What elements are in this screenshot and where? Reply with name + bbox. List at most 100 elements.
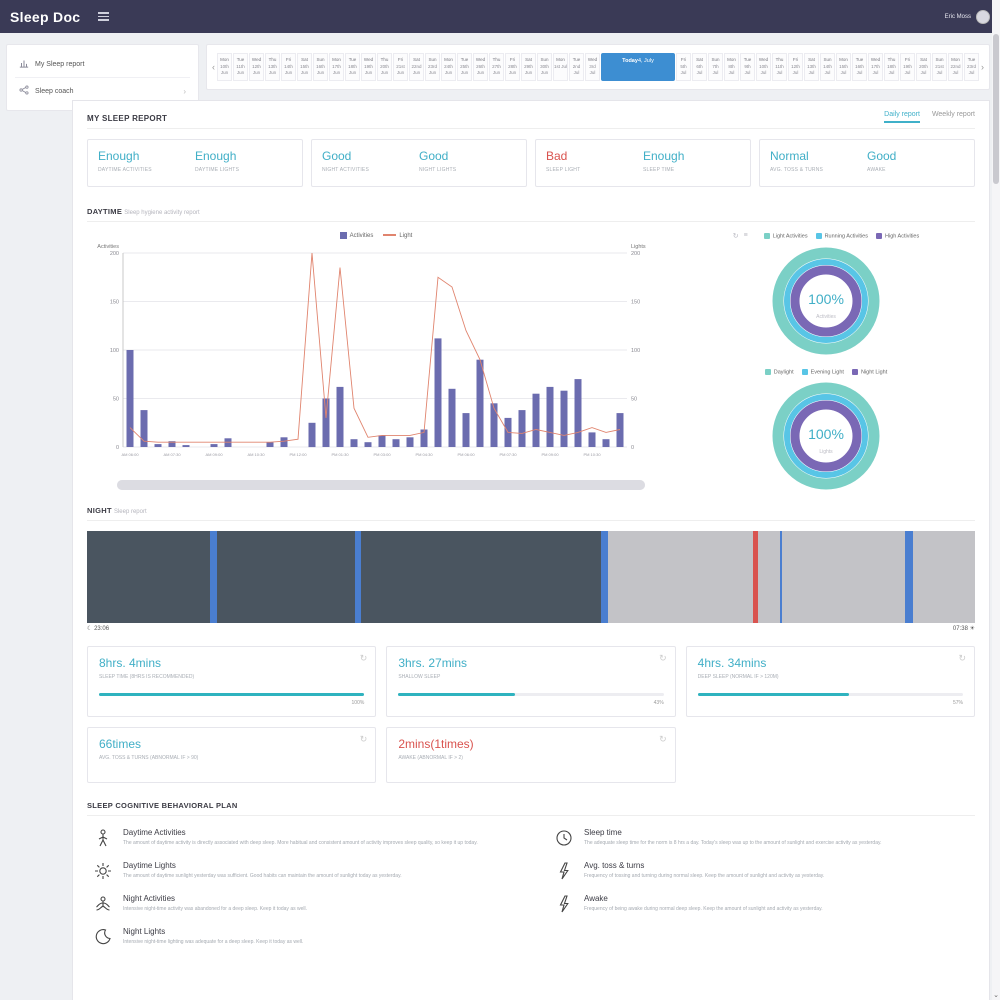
date-cell[interactable]: Fri21st Jun xyxy=(393,53,408,81)
progress-percent: 100% xyxy=(99,700,364,706)
sun-icon: ☀ xyxy=(970,626,975,632)
page-scrollbar[interactable]: ⌄ xyxy=(992,0,1000,1000)
legend-light[interactable]: Light xyxy=(383,233,412,239)
date-cell[interactable]: Tue16th Jul xyxy=(852,53,867,81)
svg-text:PM 12:00: PM 12:00 xyxy=(289,452,307,457)
date-cell[interactable]: Fri14th Jun xyxy=(281,53,296,81)
date-prev-icon[interactable]: ‹ xyxy=(210,62,217,72)
chart-menu-icon[interactable]: ≡ xyxy=(744,232,748,240)
date-cell[interactable]: Wed17th Jul xyxy=(868,53,883,81)
refresh-icon[interactable]: ↻ xyxy=(733,232,739,240)
svg-text:50: 50 xyxy=(113,397,119,403)
date-cell[interactable]: Mon15th Jul xyxy=(836,53,851,81)
sleep-timeline[interactable] xyxy=(87,531,975,623)
sleep-segment-sleep xyxy=(361,531,601,623)
refresh-icon[interactable]: ↻ xyxy=(360,653,368,664)
svg-text:PM 09:00: PM 09:00 xyxy=(541,452,559,457)
tab-daily-report[interactable]: Daily report xyxy=(884,111,920,123)
date-cell[interactable]: Sat13th Jul xyxy=(804,53,819,81)
donut-legend-item[interactable]: Running Activities xyxy=(816,233,868,239)
donut-legend-item[interactable]: Daylight xyxy=(765,369,794,375)
date-cell[interactable]: Wed26th Jun xyxy=(473,53,488,81)
donut-center-sub: Lights xyxy=(819,449,833,455)
tab-weekly-report[interactable]: Weekly report xyxy=(932,111,975,123)
date-cell[interactable]: Mon10th Jun xyxy=(217,53,232,81)
plan-title: Awake xyxy=(584,894,823,903)
date-cell[interactable]: Sun16th Jun xyxy=(313,53,328,81)
date-cell[interactable]: Sat6th Jul xyxy=(692,53,707,81)
date-cell[interactable]: Mon8th Jul xyxy=(724,53,739,81)
date-cell[interactable]: Mon17th Jun xyxy=(329,53,344,81)
date-cell[interactable]: Thu18th Jul xyxy=(884,53,899,81)
date-cell[interactable]: Sun30th Jun xyxy=(537,53,552,81)
date-cell-today[interactable]: Today4, July xyxy=(601,53,675,81)
date-cell[interactable]: Tue9th Jul xyxy=(740,53,755,81)
date-cell[interactable]: Wed19th Jun xyxy=(361,53,376,81)
date-cell[interactable]: Sun21st Jul xyxy=(932,53,947,81)
summary-pair: Enough DAYTIME ACTIVITIES xyxy=(98,149,195,173)
date-cell[interactable]: Fri28th Jun xyxy=(505,53,520,81)
scroll-down-icon[interactable]: ⌄ xyxy=(992,991,1000,999)
plan-description: Frequency of being awake during normal d… xyxy=(584,906,823,914)
donut-legend-item[interactable]: Light Activities xyxy=(764,233,808,239)
scrollbar-thumb[interactable] xyxy=(993,34,999,184)
activity-light-chart[interactable]: 005050100100150150200200ActivitiesLights… xyxy=(87,239,665,473)
stat-label: SHALLOW SLEEP xyxy=(398,674,663,680)
plan-title: Daytime Activities xyxy=(123,828,478,837)
donut-legend-item[interactable]: High Activities xyxy=(876,233,919,239)
refresh-icon[interactable]: ↻ xyxy=(360,734,368,745)
date-cell[interactable]: Tue23rd Jul xyxy=(964,53,979,81)
date-cell[interactable]: Sun23rd Jun xyxy=(425,53,440,81)
summary-pair: Enough DAYTIME LIGHTS xyxy=(195,149,292,173)
chart-scrollbar[interactable] xyxy=(117,480,645,490)
plan-title: Daytime Lights xyxy=(123,861,402,870)
date-cell[interactable]: Mon22nd Jul xyxy=(948,53,963,81)
date-cell[interactable]: Sun14th Jul xyxy=(820,53,835,81)
date-cell[interactable]: Sun7th Jul xyxy=(708,53,723,81)
app-logo[interactable]: Sleep Doc xyxy=(10,9,80,25)
donut-legend-item[interactable]: Night Light xyxy=(852,369,887,375)
date-cell[interactable]: Fri5th Jul xyxy=(676,53,691,81)
date-cell[interactable]: Fri12th Jul xyxy=(788,53,803,81)
date-cell[interactable]: Tue25th Jun xyxy=(457,53,472,81)
date-cell[interactable]: Tue11th Jun xyxy=(233,53,248,81)
date-next-icon[interactable]: › xyxy=(979,62,986,72)
summary-label: SLEEP LIGHT xyxy=(546,167,643,173)
refresh-icon[interactable]: ↻ xyxy=(659,734,667,745)
sidebar-item-my-sleep-report[interactable]: My Sleep report xyxy=(7,51,198,77)
progress-percent: 57% xyxy=(698,700,963,706)
date-cell[interactable]: Thu27th Jun xyxy=(489,53,504,81)
avatar[interactable] xyxy=(976,10,990,24)
stat-card: ↻ 66times AVG. TOSS & TURNS (ABNORMAL IF… xyxy=(87,727,376,783)
waketime-label: 07:38 ☀ xyxy=(953,625,975,632)
donut-rings[interactable]: 100% Lights xyxy=(767,377,885,495)
date-cell[interactable]: Thu20th Jun xyxy=(377,53,392,81)
sidebar-item-label: My Sleep report xyxy=(35,61,84,68)
legend-activities[interactable]: Activities xyxy=(340,232,374,239)
user-name[interactable]: Eric Moss xyxy=(945,14,971,20)
menu-icon[interactable] xyxy=(98,12,109,21)
plan-section: SLEEP COGNITIVE BEHAVIORAL PLAN Daytime … xyxy=(87,795,975,947)
date-cell[interactable]: Thu11th Jul xyxy=(772,53,787,81)
date-cell[interactable]: Wed3rd Jul xyxy=(585,53,600,81)
donut-rings[interactable]: 100% Activities xyxy=(767,242,885,360)
refresh-icon[interactable]: ↻ xyxy=(958,653,966,664)
donut-legend-item[interactable]: Evening Light xyxy=(802,369,844,375)
date-cell[interactable]: Sat29th Jun xyxy=(521,53,536,81)
date-cell[interactable]: Tue2nd Jul xyxy=(569,53,584,81)
date-cell[interactable]: Wed12th Jun xyxy=(249,53,264,81)
refresh-icon[interactable]: ↻ xyxy=(659,653,667,664)
date-cell[interactable]: Fri19th Jul xyxy=(900,53,915,81)
svg-text:PM 06:00: PM 06:00 xyxy=(457,452,475,457)
daytime-chart: Activities Light 00505010010015015020020… xyxy=(87,228,665,500)
section-title: DAYTIME xyxy=(87,207,122,216)
date-cell[interactable]: Mon1st Jul xyxy=(553,53,568,81)
date-cell[interactable]: Wed10th Jul xyxy=(756,53,771,81)
date-cell[interactable]: Sat22nd Jun xyxy=(409,53,424,81)
date-cell[interactable]: Thu13th Jun xyxy=(265,53,280,81)
date-cell[interactable]: Mon24th Jun xyxy=(441,53,456,81)
date-cell[interactable]: Sat15th Jun xyxy=(297,53,312,81)
date-cell[interactable]: Tue18th Jun xyxy=(345,53,360,81)
meditate-icon xyxy=(93,894,113,914)
date-cell[interactable]: Sat20th Jul xyxy=(916,53,931,81)
